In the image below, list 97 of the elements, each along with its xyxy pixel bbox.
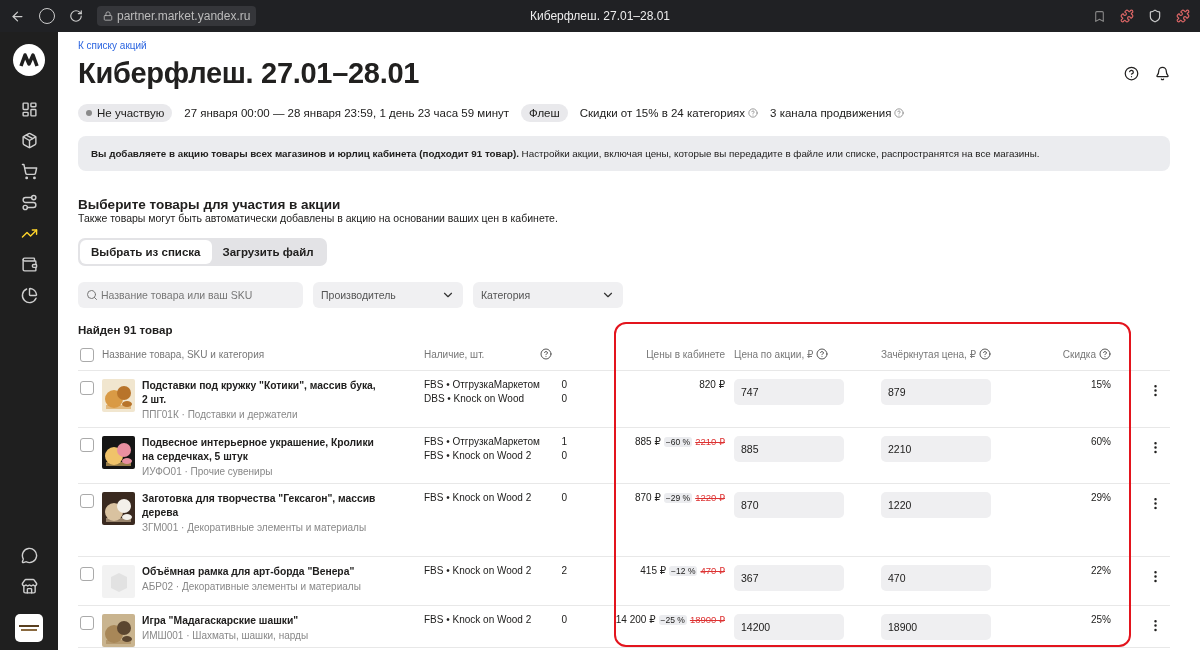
stock-count: 0: [560, 450, 567, 461]
bookmark-icon[interactable]: [1093, 9, 1106, 23]
sku-category: ППГ01К · Подставки и держатели: [142, 408, 299, 422]
mode-tab[interactable]: Загрузить файл: [211, 240, 325, 264]
address-bar[interactable]: partner.market.yandex.ru: [97, 6, 257, 26]
cabinet-price: 820 ₽: [699, 379, 725, 390]
filter-dropdown[interactable]: Производитель: [313, 282, 463, 308]
promo-type-chip: Флеш: [521, 104, 568, 122]
row-checkbox[interactable]: [80, 381, 94, 395]
sku-category: ИУФО01 · Прочие сувениры: [142, 465, 274, 479]
store-name: FBS • ОтгрузкаМаркетом: [424, 436, 541, 447]
product-name[interactable]: Подвесное интерьерное украшение, Кролики на сердечках, 5 штук: [142, 436, 384, 464]
promo-price-field[interactable]: 367: [734, 565, 844, 591]
row-checkbox[interactable]: [80, 438, 94, 452]
cabinet-price: 415 ₽: [640, 565, 667, 576]
discount-percent: 25%: [1090, 614, 1111, 625]
store-name: FBS • Knock on Wood 2: [424, 492, 533, 503]
sku-category: ИМШ001 · Шахматы, шашки, нарды: [142, 629, 310, 643]
old-price: 1220 ₽: [695, 492, 725, 503]
store-name: FBS • ОтгрузкаМаркетом: [424, 379, 541, 390]
image-placeholder-icon: [102, 565, 135, 598]
status-dot: [86, 110, 92, 116]
column-header: Наличие, шт.: [424, 348, 486, 360]
store-name: FBS • Knock on Wood 2: [424, 450, 533, 461]
promo-price-field[interactable]: 870: [734, 492, 844, 518]
row-checkbox[interactable]: [80, 567, 94, 581]
mode-tab[interactable]: Выбрать из списка: [80, 240, 212, 264]
discount-percent: 22%: [1090, 565, 1111, 576]
discount-tag: −60 %: [663, 436, 693, 447]
discount-percent: 29%: [1090, 492, 1111, 503]
column-header: Цены в кабинете: [645, 348, 725, 360]
promo-price-field[interactable]: 747: [734, 379, 844, 405]
logo-icon[interactable]: [13, 44, 45, 76]
back-link[interactable]: К списку акций: [78, 40, 147, 51]
struck-price-field[interactable]: 1220: [881, 492, 991, 518]
struck-price-field[interactable]: 470: [881, 565, 991, 591]
search-icon: [86, 289, 98, 301]
old-price: 2210 ₽: [695, 436, 725, 447]
cabinet-price: 14 200 ₽: [615, 614, 656, 625]
column-header: Цена по акции, ₽: [734, 348, 814, 360]
bell-icon[interactable]: [1155, 66, 1170, 81]
sku-category: АБР02 · Декоративные элементы и материалы: [142, 580, 362, 594]
stock-count: 0: [560, 492, 567, 503]
stock-count: 1: [560, 436, 567, 447]
stock-count: 2: [560, 565, 567, 576]
page-title: Киберфлеш. 27.01–28.01: [78, 57, 420, 90]
stock-count: 0: [560, 614, 567, 625]
cabinet-price: 870 ₽: [635, 492, 661, 503]
help-icon[interactable]: [1124, 66, 1139, 81]
lock-icon: [103, 11, 113, 21]
discount-percent: 60%: [1090, 436, 1111, 447]
info-banner: Вы добавляете в акцию товары всех магазинов и юрлиц кабинета (подходит 91 товар). Настройки акции, включая цены, которые вы передадите в файле или списке, распространятся на все магазины.: [78, 136, 1170, 171]
extension-icon[interactable]: [1176, 9, 1190, 23]
discount-tag: −29 %: [663, 492, 693, 503]
old-price: 470 ₽: [700, 565, 725, 576]
back-icon[interactable]: [10, 8, 25, 24]
channels-info: 3 канала продвижения: [770, 107, 892, 119]
discount-info: Скидки от 15% в 24 категориях: [579, 107, 746, 119]
discount-tag: −12 %: [669, 565, 698, 576]
product-name[interactable]: Подставки под кружку "Котики", массив бука, 2 шт.: [142, 379, 384, 407]
column-header: Название товара, SKU и категория: [102, 348, 266, 360]
discount-tag: −25 %: [658, 614, 687, 625]
column-header: Скидка: [1062, 348, 1096, 360]
extension-icon[interactable]: [1148, 9, 1162, 23]
promo-price-field[interactable]: 14200: [734, 614, 844, 640]
promo-period: 27 января 00:00 — 28 января 23:59, 1 день 23 часа 59 минут: [184, 107, 510, 119]
page-tab-title: Киберфлеш. 27.01–28.01: [529, 9, 671, 23]
row-checkbox[interactable]: [80, 616, 94, 630]
search-field[interactable]: Название товара или ваш SKU: [78, 282, 303, 308]
struck-price-field[interactable]: 879: [881, 379, 991, 405]
section-title: Выберите товары для участия в акции: [78, 197, 342, 212]
url-text: partner.market.yandex.ru: [117, 9, 251, 23]
product-name[interactable]: Заготовка для творчества "Гексагон", массив дерева: [142, 492, 384, 520]
old-price: 18900 ₽: [689, 614, 725, 625]
store-name: DBS • Knock on Wood: [424, 393, 526, 404]
reload-icon[interactable]: [69, 9, 83, 23]
extension-icon[interactable]: [1120, 9, 1134, 23]
results-count: Найден 91 товар: [78, 324, 174, 336]
select-all-checkbox[interactable]: [80, 348, 94, 362]
promo-price-field[interactable]: 885: [734, 436, 844, 462]
stock-count: 0: [560, 393, 567, 404]
participation-chip: Не участвую: [78, 104, 173, 122]
store-name: FBS • Knock on Wood 2: [424, 565, 533, 576]
store-name: FBS • Knock on Wood 2: [424, 614, 533, 625]
product-name[interactable]: Игра "Мадагаскарские шашки": [142, 614, 384, 628]
sku-category: ЗГМ001 · Декоративные элементы и материалы: [142, 521, 368, 535]
stock-count: 0: [560, 379, 567, 390]
discount-percent: 15%: [1090, 379, 1111, 390]
row-checkbox[interactable]: [80, 494, 94, 508]
store-avatar-icon[interactable]: [15, 614, 43, 642]
filter-dropdown[interactable]: Категория: [473, 282, 623, 308]
struck-price-field[interactable]: 2210: [881, 436, 991, 462]
column-header: Зачёркнутая цена, ₽: [881, 348, 976, 360]
product-name[interactable]: Объёмная рамка для арт-борда "Венера": [142, 565, 384, 579]
cabinet-price: 885 ₽: [635, 436, 661, 447]
struck-price-field[interactable]: 18900: [881, 614, 991, 640]
section-subtitle: Также товары могут быть автоматически добавлены в акцию на основании ваших цен в кабинете.: [78, 212, 559, 224]
